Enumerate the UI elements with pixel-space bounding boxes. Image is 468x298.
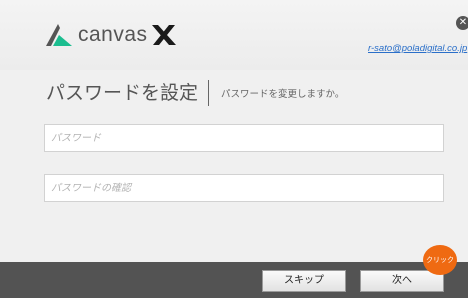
app-logo: canvas — [46, 22, 176, 48]
title-row: パスワードを設定 パスワードを変更しますか。 — [46, 76, 344, 110]
title-divider — [208, 80, 210, 106]
skip-button[interactable]: スキップ — [262, 270, 346, 292]
page-title: パスワードを設定 — [46, 82, 199, 104]
canvas-logo-icon — [46, 24, 72, 46]
dialog-header: canvas ✕ r-sato@poladigital.co.jp — [0, 0, 468, 70]
click-callout-badge: クリック — [423, 245, 457, 275]
close-icon[interactable]: ✕ — [456, 16, 468, 30]
confirm-password-field[interactable] — [44, 174, 444, 202]
password-field[interactable] — [44, 124, 444, 152]
set-password-dialog: canvas ✕ r-sato@poladigital.co.jp パスワードを… — [0, 0, 468, 298]
logo-text: canvas — [78, 23, 148, 46]
page-subtitle: パスワードを変更しますか。 — [221, 89, 345, 100]
x-logo-icon — [151, 25, 176, 45]
user-email-link[interactable]: r-sato@poladigital.co.jp — [368, 43, 468, 54]
